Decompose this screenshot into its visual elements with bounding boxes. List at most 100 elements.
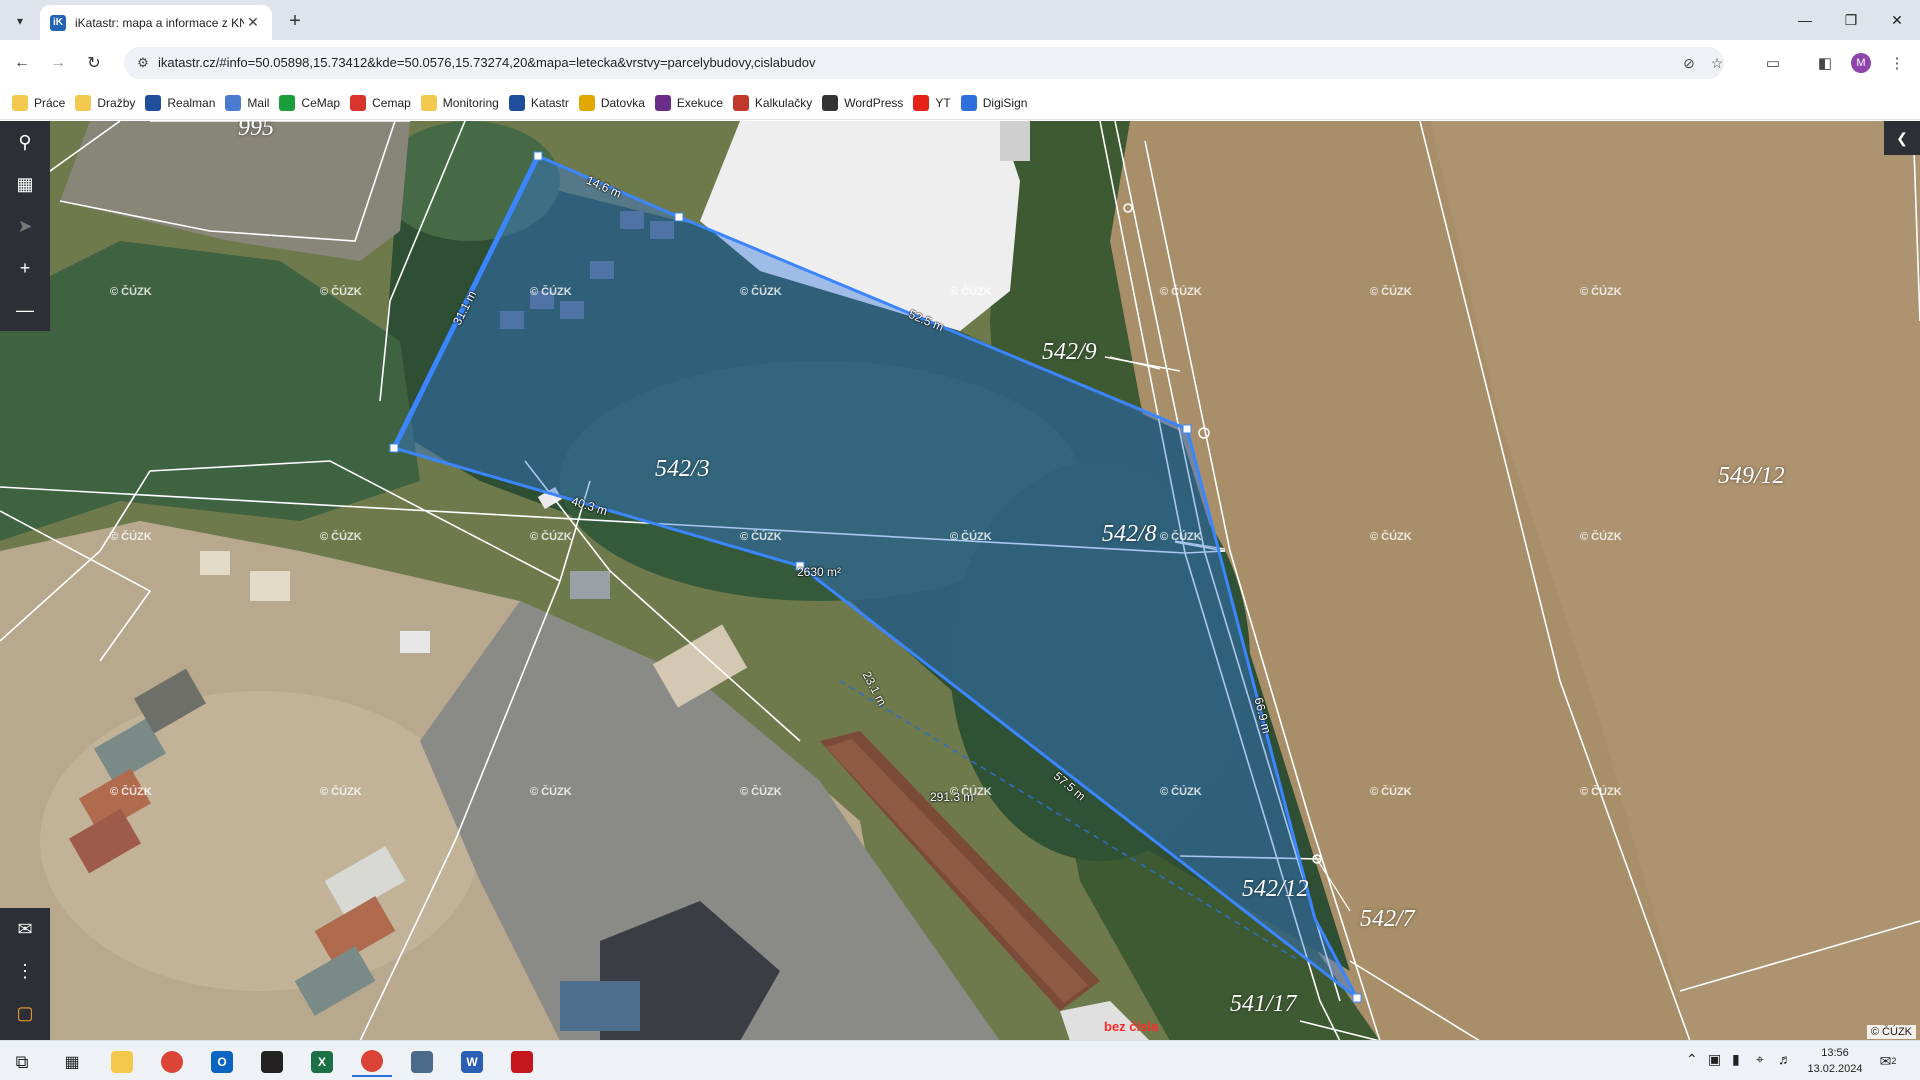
bookmark-item[interactable]: Cemap [350, 90, 421, 116]
cuzk-watermark: © ČÚZK [110, 286, 152, 298]
bookmark-label: Cemap [372, 95, 411, 110]
extensions-icon[interactable]: ▭ [1762, 52, 1784, 74]
task-view-button[interactable]: ▦ [52, 1047, 92, 1077]
start-button[interactable]: ⧉ [2, 1047, 42, 1077]
cuzk-watermark: © ČÚZK [740, 531, 782, 543]
mail-icon [225, 94, 242, 111]
close-window-button[interactable]: ✕ [1874, 0, 1920, 40]
bookmark-item[interactable]: Realman [145, 90, 225, 116]
back-button[interactable]: ← [8, 49, 36, 77]
chevron-left-icon: ❮ [1896, 129, 1908, 146]
bookmark-item[interactable]: Katastr [508, 90, 579, 116]
taskbar-chrome-active[interactable] [352, 1047, 392, 1077]
cemap-icon [279, 94, 296, 111]
datovka-icon [578, 94, 595, 111]
url-text[interactable]: ikatastr.cz/#info=50.05898,15.73412&kde=… [158, 55, 815, 70]
cuzk-watermark: © ČÚZK [950, 531, 992, 543]
zoom-in-icon[interactable]: + [0, 247, 50, 289]
bookmark-item[interactable]: Exekuce [654, 90, 733, 116]
realman-icon [145, 94, 162, 111]
cuzk-watermark: © ČÚZK [1160, 531, 1202, 543]
tab-strip: ▾ iK iKatastr: mapa a informace z KN ✕ +… [0, 0, 1920, 40]
notification-center-icon[interactable]: ✉ 2 [1876, 1049, 1900, 1073]
system-clock[interactable]: 13:56 13.02.2024 [1800, 1045, 1870, 1077]
bookmark-item[interactable]: WordPress [822, 90, 913, 116]
taskbar-excel[interactable]: X [302, 1047, 342, 1077]
volume-icon[interactable]: ♬ [1778, 1051, 1792, 1067]
battery-icon[interactable]: ▮ [1732, 1051, 1740, 1068]
bookmarks-bar: Práce Dražby Realman Mail CeMap Cemap Monitori… [0, 86, 1920, 120]
tray-overflow-icon[interactable]: ⌃ [1686, 1051, 1698, 1068]
taskbar-calculator[interactable] [402, 1047, 442, 1077]
folder-icon [75, 94, 92, 111]
taskbar-notes[interactable] [252, 1047, 292, 1077]
cuzk-watermark: © ČÚZK [110, 786, 152, 798]
eye-off-icon[interactable]: ⊘ [1680, 54, 1698, 72]
map-toolbar: ⚲ ▦ ➤ + — [0, 121, 50, 331]
cuzk-watermark: © ČÚZK [530, 531, 572, 543]
reload-button[interactable]: ↻ [80, 49, 108, 77]
search-icon[interactable]: ⚲ [0, 121, 50, 163]
taskbar-word[interactable]: W [452, 1047, 492, 1077]
chrome-icon [161, 1051, 183, 1073]
arrow-right-icon: → [50, 54, 66, 71]
reload-icon: ↻ [87, 55, 101, 72]
cuzk-watermark: © ČÚZK [320, 786, 362, 798]
bookmark-label: Realman [167, 95, 216, 110]
aerial-photo [0, 121, 1920, 1041]
measure-area-icon[interactable]: ▢ [0, 992, 50, 1034]
bookmark-star-icon[interactable]: ☆ [1708, 54, 1726, 72]
menu-kebab-icon[interactable]: ⋮ [1886, 52, 1908, 74]
bookmark-item[interactable]: Mail [225, 90, 279, 116]
taskbar-chrome[interactable] [152, 1047, 192, 1077]
forward-button[interactable]: → [44, 49, 72, 77]
side-panel-icon[interactable]: ◧ [1814, 52, 1836, 74]
panel-collapse-button[interactable]: ❮ [1884, 121, 1920, 155]
browser-tab[interactable]: iK iKatastr: mapa a informace z KN ✕ [40, 5, 272, 40]
parcel-label: 549/12 [1718, 463, 1785, 489]
new-tab-button[interactable]: + [282, 8, 308, 34]
folder-icon [12, 94, 28, 111]
tab-title: iKatastr: mapa a informace z KN [75, 15, 244, 30]
bookmark-item[interactable]: Monitoring [420, 90, 509, 116]
cuzk-watermark: © ČÚZK [740, 786, 782, 798]
tab-close-icon[interactable]: ✕ [244, 14, 262, 32]
cadastral-map[interactable]: © ČÚZK © ČÚZK © ČÚZK © ČÚZK © ČÚZK © ČÚZK © ČÚ… [0, 121, 1920, 1041]
bookmark-item[interactable]: Datovka [578, 90, 655, 116]
excel-icon: X [311, 1051, 333, 1073]
taskbar-acrobat[interactable] [502, 1047, 542, 1077]
comment-icon[interactable]: ✉ [0, 908, 50, 950]
cuzk-watermark: © ČÚZK [950, 286, 992, 298]
outlook-icon: O [211, 1051, 233, 1073]
youtube-icon [913, 94, 930, 111]
minimize-button[interactable]: — [1782, 0, 1828, 40]
bookmark-item[interactable]: Práce [12, 90, 75, 116]
bookmark-item[interactable]: DigiSign [960, 90, 1038, 116]
bookmark-item[interactable]: Dražby [75, 90, 145, 116]
tab-search-button[interactable]: ▾ [8, 9, 32, 33]
taskbar-explorer[interactable] [102, 1047, 142, 1077]
measure-line-icon[interactable]: ⋮ [0, 950, 50, 992]
profile-avatar[interactable]: M [1851, 53, 1871, 73]
site-info-icon[interactable]: ⚙ [134, 54, 152, 72]
map-layers-icon[interactable]: ▦ [0, 163, 50, 205]
bookmark-item[interactable]: YT [913, 90, 960, 116]
bookmark-item[interactable]: CeMap [279, 90, 350, 116]
bookmark-item[interactable]: Kalkulačky [732, 90, 822, 116]
tray-app-icon[interactable]: ▣ [1708, 1051, 1721, 1068]
locate-icon[interactable]: ➤ [0, 205, 50, 247]
cuzk-watermark: © ČÚZK [1160, 286, 1202, 298]
restore-button[interactable]: ❐ [1828, 0, 1874, 40]
cuzk-watermark: © ČÚZK [1580, 531, 1622, 543]
bookmark-label: Kalkulačky [754, 95, 813, 110]
calculator-icon [411, 1051, 433, 1073]
parcel-label: 995 [238, 121, 274, 141]
zoom-out-icon[interactable]: — [0, 289, 50, 331]
cuzk-watermark: © ČÚZK [320, 286, 362, 298]
taskbar-outlook[interactable]: O [202, 1047, 242, 1077]
wifi-icon[interactable]: ⌖ [1756, 1051, 1764, 1068]
calculator-icon [732, 94, 749, 111]
task-view-icon: ▦ [64, 1054, 80, 1071]
address-bar[interactable]: ⚙ ikatastr.cz/#info=50.05898,15.73412&kd… [124, 47, 1724, 79]
katastr-icon [508, 94, 525, 111]
